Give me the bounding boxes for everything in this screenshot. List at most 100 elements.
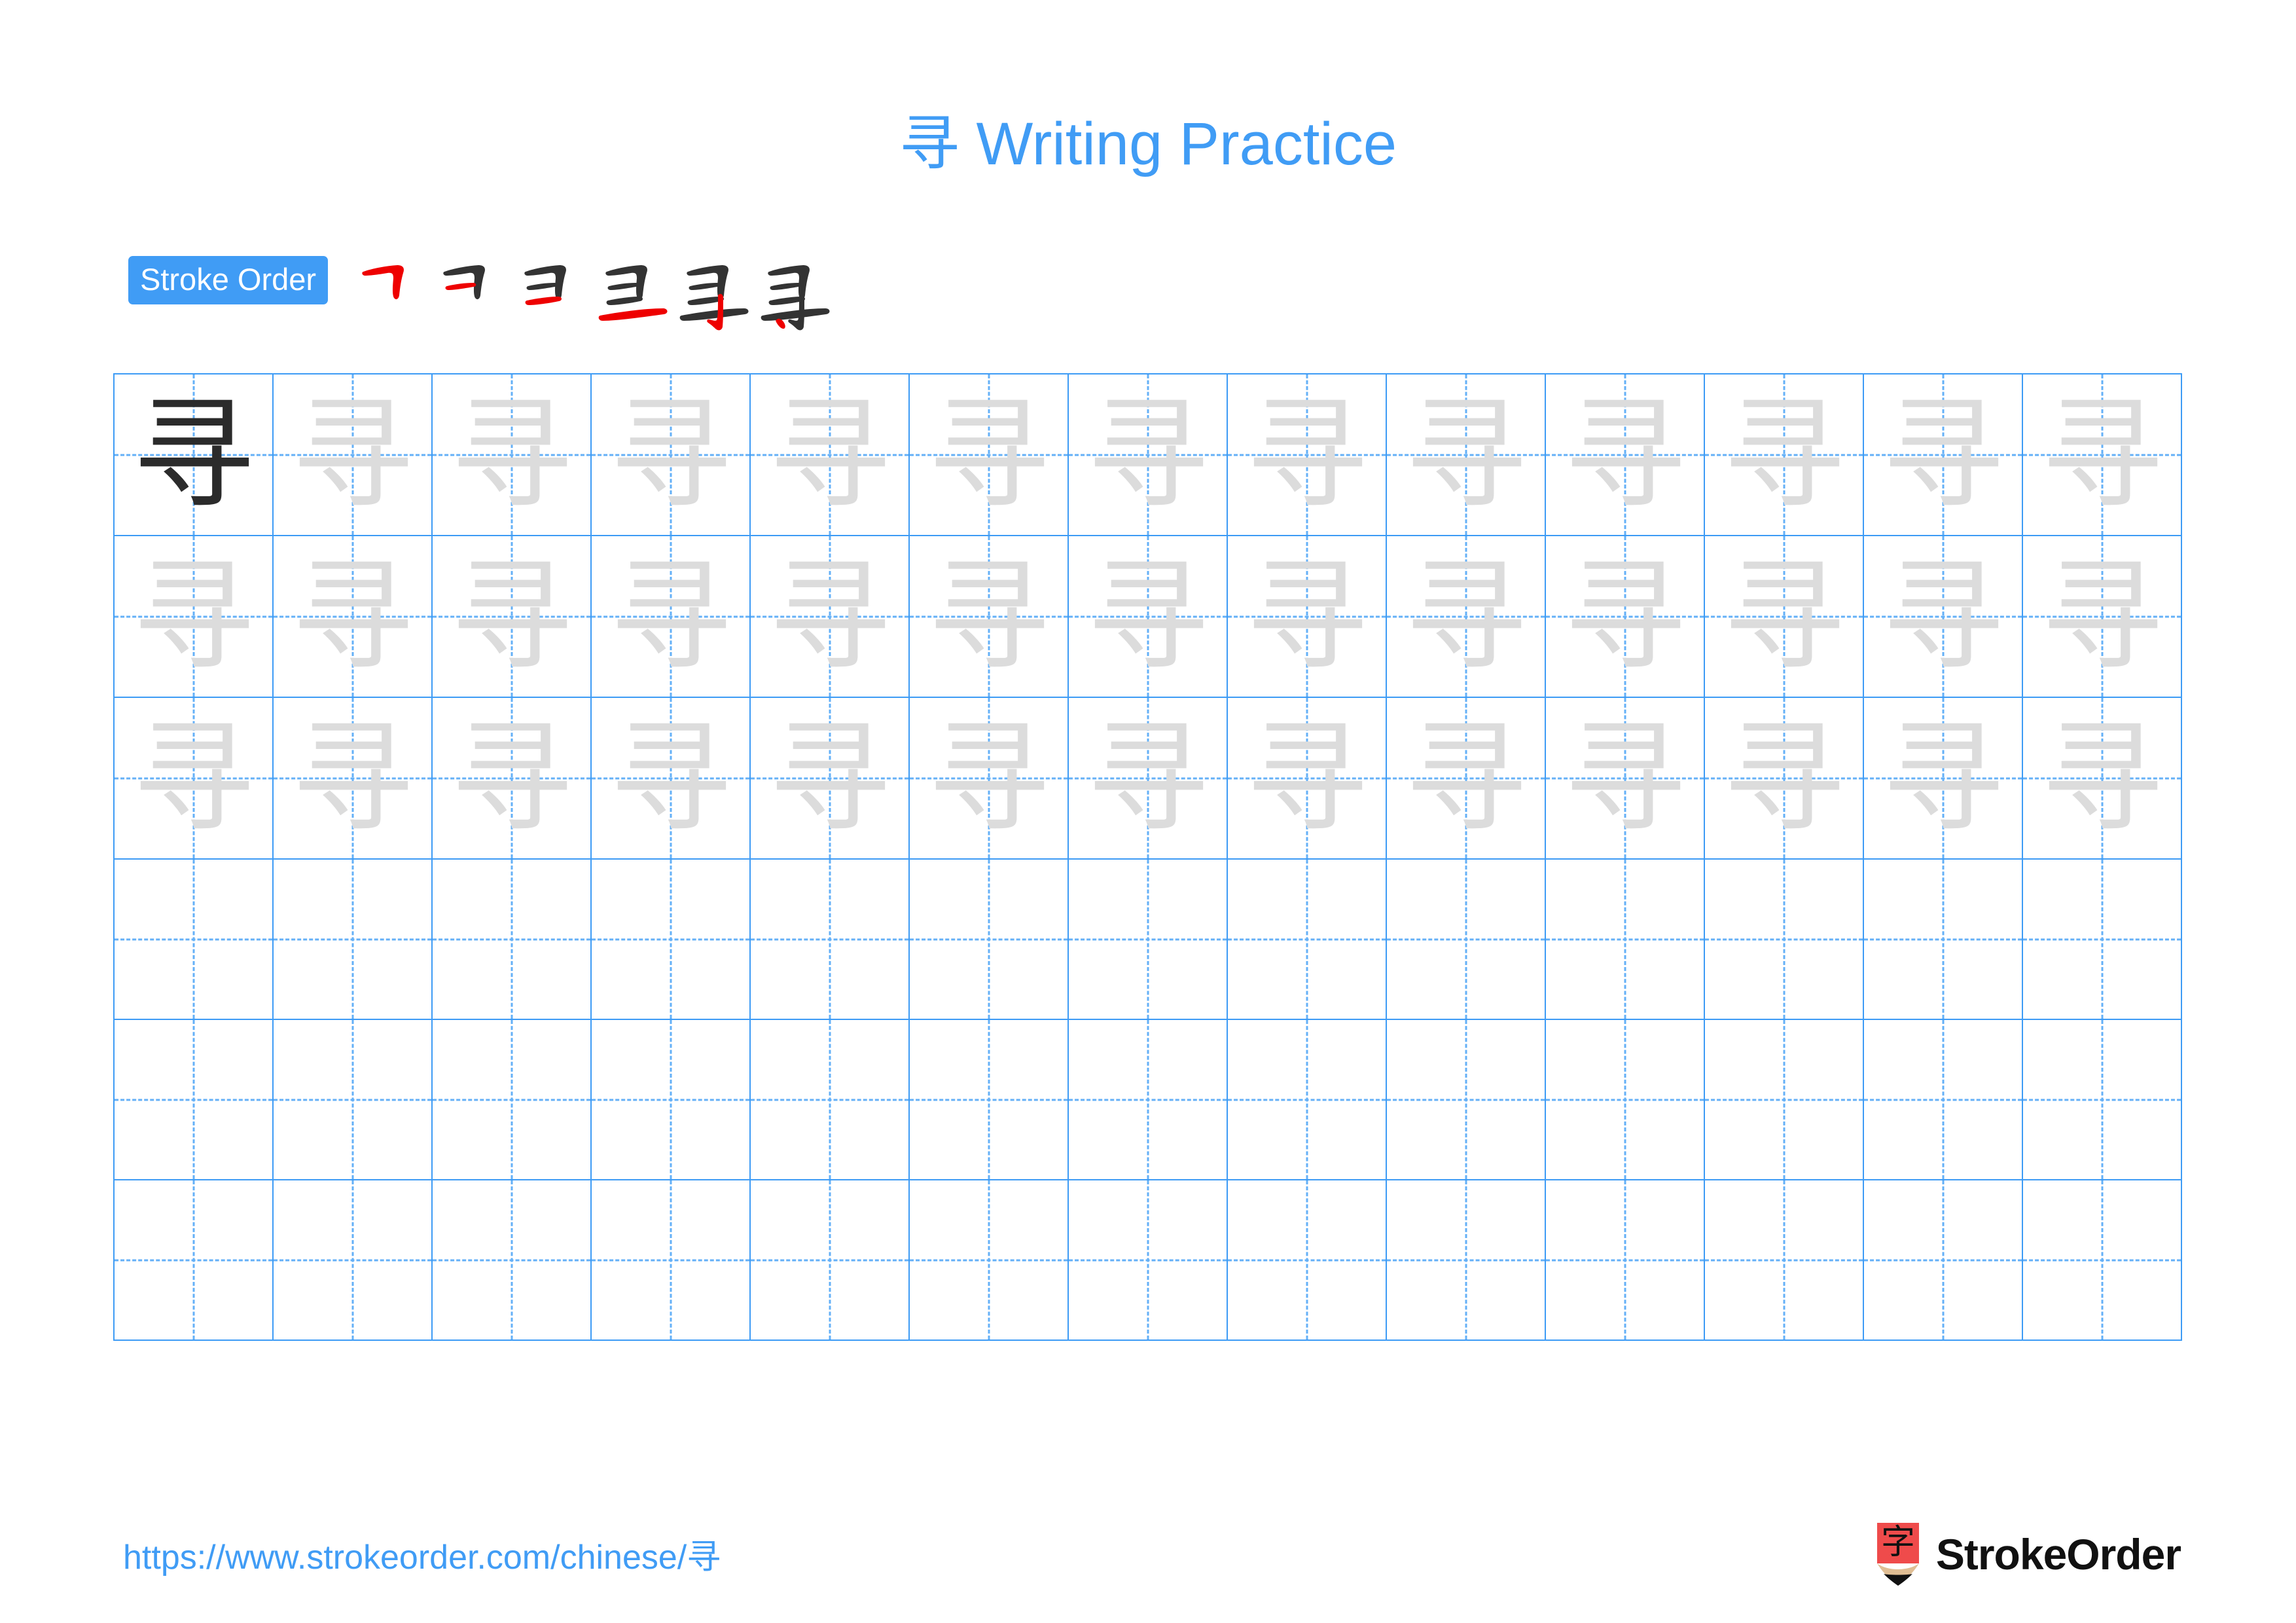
stroke-step-2 (433, 252, 514, 333)
grid-cell[interactable] (272, 1179, 433, 1341)
grid-cell[interactable] (749, 1019, 910, 1180)
grid-row (113, 1179, 2182, 1341)
grid-cell[interactable]: 寻 (2022, 697, 2182, 860)
grid-cell[interactable] (1863, 1019, 2023, 1180)
grid-cell-character (1387, 860, 1545, 1019)
grid-cell[interactable]: 寻 (1545, 697, 1705, 860)
grid-cell[interactable]: 寻 (590, 697, 751, 860)
grid-cell[interactable]: 寻 (2022, 535, 2182, 698)
grid-cell[interactable] (590, 858, 751, 1020)
grid-cell-character: 寻 (450, 545, 573, 687)
grid-cell[interactable] (272, 1019, 433, 1180)
grid-cell[interactable] (431, 858, 592, 1020)
grid-cell[interactable] (431, 1019, 592, 1180)
grid-cell-character: 寻 (2041, 707, 2163, 849)
grid-cell[interactable]: 寻 (431, 697, 592, 860)
grid-cell-character (2023, 860, 2181, 1019)
grid-cell-character (751, 860, 908, 1019)
grid-cell-character (1228, 1180, 1386, 1340)
grid-cell[interactable] (113, 858, 274, 1020)
grid-cell-character: 寻 (1405, 545, 1527, 687)
grid-cell[interactable] (1067, 1179, 1228, 1341)
grid-cell[interactable] (1863, 1179, 2023, 1341)
grid-cell[interactable] (1386, 1179, 1546, 1341)
grid-cell[interactable] (749, 1179, 910, 1341)
grid-cell[interactable]: 寻 (1545, 535, 1705, 698)
grid-cell[interactable]: 寻 (908, 697, 1069, 860)
grid-cell[interactable] (1227, 1179, 1387, 1341)
grid-cell[interactable]: 寻 (1067, 697, 1228, 860)
grid-cell[interactable]: 寻 (590, 535, 751, 698)
grid-cell[interactable]: 寻 (1067, 535, 1228, 698)
grid-cell-character (433, 1020, 590, 1179)
grid-cell[interactable] (431, 1179, 592, 1341)
grid-cell[interactable]: 寻 (749, 535, 910, 698)
grid-cell[interactable] (908, 1019, 1069, 1180)
grid-cell[interactable]: 寻 (1067, 373, 1228, 536)
grid-cell[interactable] (2022, 1179, 2182, 1341)
grid-cell[interactable] (1863, 858, 2023, 1020)
grid-cell-character: 寻 (1723, 545, 1845, 687)
grid-cell[interactable] (1545, 1179, 1705, 1341)
footer-brand[interactable]: 字 StrokeOrder (1874, 1523, 2181, 1586)
grid-cell[interactable]: 寻 (1386, 535, 1546, 698)
grid-cell[interactable]: 寻 (749, 373, 910, 536)
grid-cell[interactable]: 寻 (749, 697, 910, 860)
grid-cell[interactable]: 寻 (272, 373, 433, 536)
grid-cell[interactable] (1386, 1019, 1546, 1180)
grid-cell[interactable]: 寻 (431, 535, 592, 698)
grid-cell[interactable]: 寻 (1227, 373, 1387, 536)
grid-cell[interactable]: 寻 (1704, 697, 1864, 860)
grid-cell[interactable] (1227, 1019, 1387, 1180)
grid-cell[interactable] (908, 858, 1069, 1020)
grid-cell[interactable] (1704, 858, 1864, 1020)
grid-cell[interactable] (113, 1179, 274, 1341)
grid-cell[interactable]: 寻 (272, 697, 433, 860)
grid-cell[interactable]: 寻 (1863, 373, 2023, 536)
grid-cell-character (592, 1180, 749, 1340)
grid-cell[interactable]: 寻 (272, 535, 433, 698)
grid-cell[interactable] (908, 1179, 1069, 1341)
grid-cell[interactable]: 寻 (1863, 535, 2023, 698)
grid-cell-character: 寻 (1564, 384, 1686, 526)
stroke-order-section: Stroke Order (128, 252, 838, 331)
grid-cell[interactable]: 寻 (431, 373, 592, 536)
grid-cell[interactable] (1386, 858, 1546, 1020)
grid-cell[interactable]: 寻 (113, 697, 274, 860)
grid-cell-character: 寻 (609, 707, 732, 849)
grid-cell[interactable] (749, 858, 910, 1020)
grid-cell[interactable] (1545, 858, 1705, 1020)
grid-cell-character: 寻 (1086, 545, 1209, 687)
grid-cell[interactable]: 寻 (1863, 697, 2023, 860)
grid-cell[interactable]: 寻 (1227, 697, 1387, 860)
footer-url-link[interactable]: https://www.strokeorder.com/chinese/寻 (123, 1537, 721, 1578)
grid-cell[interactable] (113, 1019, 274, 1180)
grid-cell[interactable]: 寻 (1545, 373, 1705, 536)
grid-cell[interactable]: 寻 (908, 373, 1069, 536)
grid-cell[interactable]: 寻 (1386, 697, 1546, 860)
stroke-order-badge: Stroke Order (128, 256, 329, 304)
grid-cell[interactable] (1704, 1019, 1864, 1180)
grid-cell[interactable] (1227, 858, 1387, 1020)
grid-cell[interactable]: 寻 (908, 535, 1069, 698)
grid-cell-character: 寻 (1723, 707, 1845, 849)
grid-cell[interactable]: 寻 (1227, 535, 1387, 698)
grid-cell-character: 寻 (1086, 384, 1209, 526)
grid-cell[interactable]: 寻 (2022, 373, 2182, 536)
grid-cell-character (115, 1180, 272, 1340)
grid-cell[interactable]: 寻 (1704, 373, 1864, 536)
grid-cell[interactable] (2022, 1019, 2182, 1180)
grid-cell[interactable] (2022, 858, 2182, 1020)
grid-cell[interactable]: 寻 (590, 373, 751, 536)
grid-cell[interactable] (1067, 1019, 1228, 1180)
grid-cell[interactable]: 寻 (1704, 535, 1864, 698)
grid-cell[interactable] (590, 1179, 751, 1341)
grid-cell[interactable] (1704, 1179, 1864, 1341)
grid-cell[interactable]: 寻 (113, 373, 274, 536)
grid-cell[interactable] (272, 858, 433, 1020)
grid-cell[interactable]: 寻 (1386, 373, 1546, 536)
grid-cell[interactable]: 寻 (113, 535, 274, 698)
grid-cell[interactable] (1067, 858, 1228, 1020)
grid-cell[interactable] (590, 1019, 751, 1180)
grid-cell[interactable] (1545, 1019, 1705, 1180)
